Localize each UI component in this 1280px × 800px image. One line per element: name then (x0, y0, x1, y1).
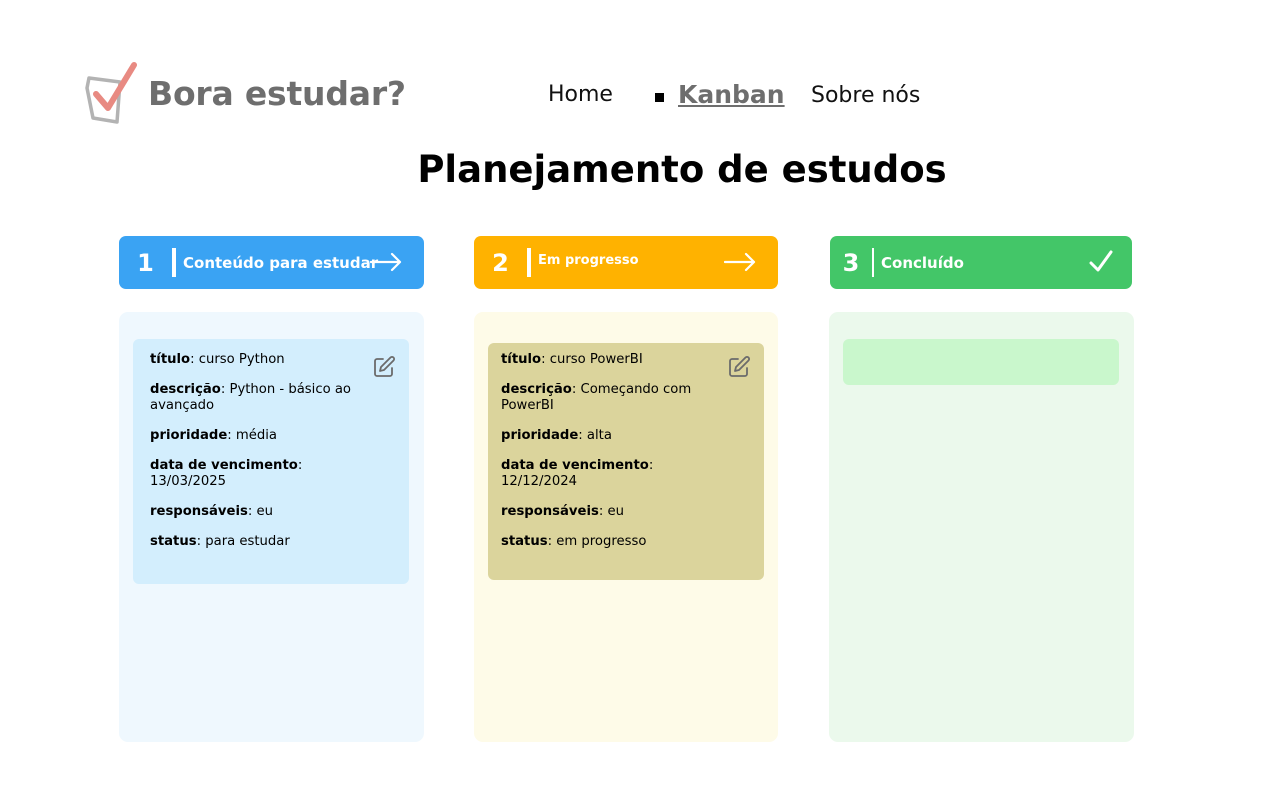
column-divider (172, 248, 176, 277)
column-number: 1 (137, 248, 154, 277)
card-field-priority: prioridade: alta (501, 428, 612, 443)
column-number: 2 (492, 248, 509, 277)
nav-about[interactable]: Sobre nós (811, 83, 920, 108)
card-field-description: descrição: Python - básico ao avançado (150, 382, 352, 413)
card-field-status: status: para estudar (150, 534, 290, 549)
column-body-done (829, 312, 1134, 742)
column-header-done: 3 Concluído (830, 236, 1132, 289)
main-nav: Home Kanban Sobre nós (0, 80, 1280, 116)
card-field-responsible: responsáveis: eu (501, 504, 624, 519)
column-divider (527, 248, 531, 277)
page-title: Planejamento de estudos (417, 148, 947, 191)
arrow-right-icon[interactable] (370, 248, 402, 276)
column-title: Concluído (881, 253, 964, 272)
card-field-title: título: curso Python (150, 352, 285, 367)
card-field-description: descrição: Começando com PowerBI (501, 382, 692, 413)
column-title: Conteúdo para estudar (183, 253, 379, 272)
card-field-title: título: curso PowerBI (501, 352, 643, 367)
column-header-todo: 1 Conteúdo para estudar (119, 236, 424, 289)
task-card[interactable]: título: curso PowerBI descrição: Começan… (488, 343, 764, 580)
column-body-todo: título: curso Python descrição: Python -… (119, 312, 424, 742)
card-field-responsible: responsáveis: eu (150, 504, 273, 519)
card-field-due-date: data de vencimento: 12/12/2024 (501, 458, 654, 489)
column-title: Em progresso (538, 252, 639, 268)
nav-home[interactable]: Home (548, 82, 613, 107)
edit-icon[interactable] (727, 355, 751, 379)
edit-icon[interactable] (372, 355, 396, 379)
checkmark-icon[interactable] (1087, 248, 1115, 276)
active-bullet (655, 93, 664, 102)
column-divider (872, 248, 874, 277)
card-field-status: status: em progresso (501, 534, 647, 549)
card-field-priority: prioridade: média (150, 428, 277, 443)
task-card-empty[interactable] (843, 339, 1119, 385)
column-body-in-progress: título: curso PowerBI descrição: Começan… (474, 312, 778, 742)
nav-kanban[interactable]: Kanban (678, 80, 785, 109)
column-header-in-progress: 2 Em progresso (474, 236, 778, 289)
card-field-due-date: data de vencimento: 13/03/2025 (150, 458, 303, 489)
task-card[interactable]: título: curso Python descrição: Python -… (133, 339, 409, 584)
column-number: 3 (842, 248, 860, 277)
arrow-right-icon[interactable] (724, 248, 756, 276)
